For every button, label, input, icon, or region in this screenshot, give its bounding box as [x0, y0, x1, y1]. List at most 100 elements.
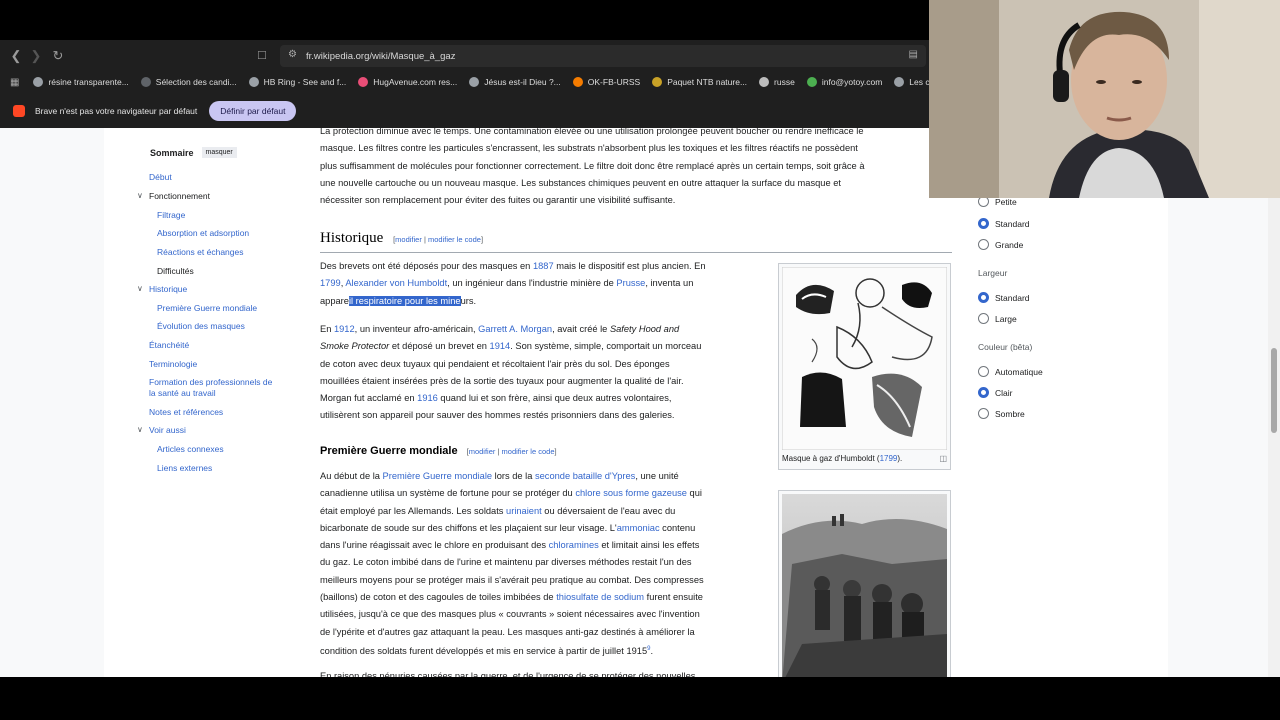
brave-icon	[13, 104, 25, 117]
radio-button-selected[interactable]	[978, 387, 989, 398]
reader-mode-icon[interactable]: ▤	[909, 49, 918, 60]
link-1887[interactable]: 1887	[533, 261, 554, 271]
toc-item-terminologie[interactable]: Terminologie	[149, 359, 197, 369]
radio-label: Sombre	[995, 408, 1025, 419]
toc-item-evolution[interactable]: Évolution des masques	[157, 321, 245, 331]
italic-text: Safety Hood and	[609, 324, 680, 334]
bookmark-item[interactable]: OK-FB-URSS	[572, 77, 640, 87]
webcam-overlay	[929, 0, 1280, 198]
link-thiosulfate[interactable]: thiosulfate de sodium	[556, 592, 644, 602]
bookmark-label: HB Ring - See and f...	[263, 77, 347, 87]
chevron-down-icon[interactable]: ∨	[137, 191, 143, 200]
toc-hide-button[interactable]: masquer	[201, 147, 237, 158]
chevron-down-icon[interactable]: ∨	[137, 425, 143, 434]
edit-code-link[interactable]: modifier le code	[502, 447, 555, 456]
radio-button[interactable]	[978, 408, 989, 419]
edit-link[interactable]: modifier	[469, 447, 496, 456]
bookmark-page-icon[interactable]: □	[258, 47, 272, 65]
radio-button[interactable]	[978, 366, 989, 377]
color-label: Couleur (bêta)	[978, 342, 1033, 352]
set-default-button[interactable]: Définir par défaut	[209, 100, 297, 121]
page-scrollbar[interactable]	[1268, 128, 1280, 677]
caption-link-1799[interactable]: 1799	[880, 454, 898, 463]
figure-trench-photo	[778, 490, 951, 677]
back-icon[interactable]: ❮	[6, 46, 26, 66]
toc-item-premiere-guerre[interactable]: Première Guerre mondiale	[157, 303, 257, 313]
link-1799[interactable]: 1799	[320, 278, 341, 288]
toc-item-reactions[interactable]: Réactions et échanges	[157, 247, 243, 257]
text: , inventa un	[645, 278, 694, 289]
radio-color-dark[interactable]: Sombre	[978, 408, 1025, 419]
edit-link[interactable]: modifier	[395, 235, 422, 244]
link-1914[interactable]: 1914	[490, 341, 511, 351]
bookmark-item[interactable]: Sélection des candi...	[140, 77, 237, 87]
link-1912[interactable]: 1912	[334, 324, 355, 334]
toc-item-fonctionnement[interactable]: Fonctionnement	[149, 191, 210, 201]
radio-button-selected[interactable]	[978, 292, 989, 303]
radio-color-light[interactable]: Clair	[978, 387, 1012, 398]
toc-item-etancheite[interactable]: Étanchéité	[149, 340, 189, 350]
link-prusse[interactable]: Prusse	[616, 278, 645, 288]
link-humboldt[interactable]: Alexander von Humboldt	[345, 278, 447, 288]
radio-size-large[interactable]: Grande	[978, 239, 1023, 250]
radio-width-standard[interactable]: Standard	[978, 292, 1030, 303]
radio-button-selected[interactable]	[978, 218, 989, 229]
text-line: une nouvelle cartouche ou un nouveau mas…	[320, 177, 841, 188]
chevron-down-icon[interactable]: ∨	[137, 284, 143, 293]
toc-item-absorption[interactable]: Absorption et adsorption	[157, 228, 249, 238]
link-1916[interactable]: 1916	[417, 393, 438, 403]
radio-button[interactable]	[978, 239, 989, 250]
enlarge-icon[interactable]: ◫	[939, 454, 947, 463]
radio-width-large[interactable]: Large	[978, 313, 1017, 324]
apps-icon[interactable]: ▦	[10, 77, 19, 88]
link-chloramines[interactable]: chloramines	[549, 540, 599, 550]
radio-color-auto[interactable]: Automatique	[978, 366, 1043, 377]
bookmark-item[interactable]: HugAvenue.com res...	[358, 77, 457, 87]
link-morgan[interactable]: Garrett A. Morgan	[478, 324, 552, 334]
link-ypres[interactable]: seconde bataille d'Ypres	[535, 471, 635, 481]
bookmark-item[interactable]: info@yotoy.com	[806, 77, 882, 87]
toc-item-notes[interactable]: Notes et références	[149, 407, 223, 417]
bookmark-item[interactable]: Jésus est-il Dieu ?...	[469, 77, 561, 87]
radio-size-standard[interactable]: Standard	[978, 218, 1030, 229]
edit-code-link[interactable]: modifier le code	[428, 235, 481, 244]
radio-button[interactable]	[978, 313, 989, 324]
address-bar[interactable]: ⚙ fr.wikipedia.org/wiki/Masque_à_gaz ▤	[280, 45, 926, 67]
link-urinaient[interactable]: urinaient	[506, 506, 542, 516]
toc-item-formation-2[interactable]: la santé au travail	[149, 388, 216, 398]
bookmark-item[interactable]: résine transparente...	[33, 77, 129, 87]
text: (baillons) de coton et des cagoules de t…	[320, 592, 557, 603]
link-ammoniac[interactable]: ammoniac	[617, 523, 660, 533]
url-text[interactable]: fr.wikipedia.org/wiki/Masque_à_gaz	[306, 51, 455, 62]
toc-item-debut[interactable]: Début	[149, 172, 172, 182]
toc-item-filtrage[interactable]: Filtrage	[157, 210, 185, 220]
toc-item-historique[interactable]: Historique	[149, 284, 187, 294]
toc-item-liens-externes[interactable]: Liens externes	[157, 463, 212, 473]
text: mais le dispositif est plus ancien. En	[553, 261, 706, 271]
bookmark-item[interactable]: russe	[759, 77, 795, 87]
site-settings-icon[interactable]: ⚙	[288, 49, 297, 60]
text: condition des soldats furent développés …	[320, 646, 648, 657]
text: et limitait ainsi les effets	[598, 540, 700, 551]
text-line: masque. Les filtres contre les particule…	[320, 143, 858, 154]
text-line: dans l'urine réagissait avec le chlore e…	[320, 537, 770, 554]
bookmark-item[interactable]: Les concours d'a	[894, 77, 930, 87]
toc-item-voir-aussi[interactable]: Voir aussi	[149, 425, 186, 435]
bookmark-item[interactable]: Paquet NTB nature...	[652, 77, 747, 87]
radio-label: Large	[995, 313, 1017, 324]
scrollbar-thumb[interactable]	[1271, 348, 1277, 433]
bookmark-item[interactable]: HB Ring - See and f...	[248, 77, 347, 87]
toc-item-formation[interactable]: Formation des professionnels de	[149, 377, 272, 387]
link-chlore[interactable]: chlore sous forme gazeuse	[575, 488, 687, 498]
link-premiere-guerre[interactable]: Première Guerre mondiale	[383, 471, 493, 481]
text: Des brevets ont été déposés pour des mas…	[320, 261, 533, 271]
bookmark-favicon-icon	[358, 77, 369, 87]
toc-item-difficultes[interactable]: Difficultés	[157, 266, 194, 276]
heading-historique: Historique [modifier | modifier le code]	[320, 230, 483, 247]
humboldt-mask-illustration[interactable]	[782, 267, 947, 450]
toc-item-articles-connexes[interactable]: Articles connexes	[157, 444, 224, 454]
reload-icon[interactable]: ↻	[48, 46, 68, 66]
selected-text[interactable]: il respiratoire pour les mine	[348, 295, 461, 306]
trench-soldiers-photo[interactable]	[782, 494, 947, 677]
forward-icon[interactable]: ❯	[26, 46, 46, 66]
